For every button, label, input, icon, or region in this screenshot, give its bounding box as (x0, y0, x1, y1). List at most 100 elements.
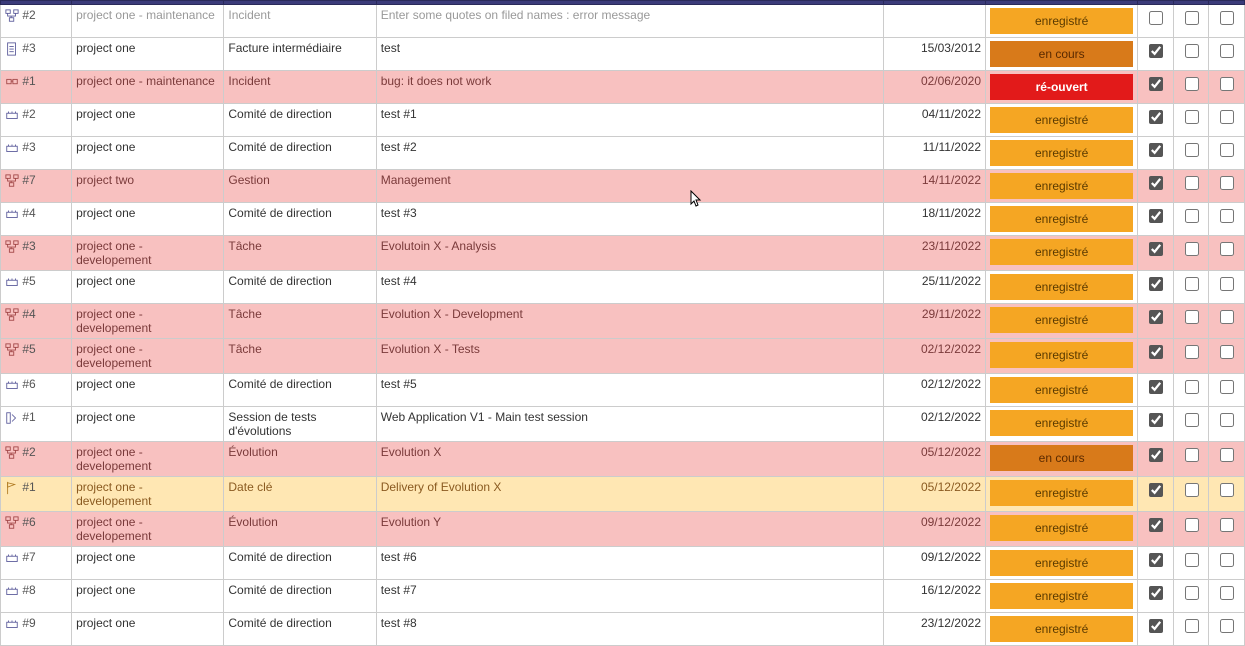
row-checkbox-3[interactable] (1220, 380, 1234, 394)
row-type-icon (5, 342, 19, 356)
table-row[interactable]: #1project one - maintenanceIncidentbug: … (1, 71, 1245, 104)
row-date: 05/12/2022 (884, 442, 986, 477)
table-row[interactable]: #7project oneComité de directiontest #60… (1, 547, 1245, 580)
row-checkbox-1[interactable] (1149, 176, 1163, 190)
row-checkbox-1[interactable] (1149, 77, 1163, 91)
row-checkbox-1[interactable] (1149, 143, 1163, 157)
row-type-icon (5, 515, 19, 529)
table-row[interactable]: #5project one - developementTâcheEvoluti… (1, 339, 1245, 374)
row-checkbox-1[interactable] (1149, 586, 1163, 600)
row-checkbox-2[interactable] (1185, 11, 1199, 25)
row-checkbox-3[interactable] (1220, 44, 1234, 58)
row-checkbox-3[interactable] (1220, 483, 1234, 497)
row-checkbox-2[interactable] (1185, 413, 1199, 427)
table-row[interactable]: #2project oneComité de directiontest #10… (1, 104, 1245, 137)
row-checkbox-1[interactable] (1149, 277, 1163, 291)
row-id: #1 (22, 480, 35, 494)
row-id: #7 (22, 173, 35, 187)
row-checkbox-1[interactable] (1149, 345, 1163, 359)
table-row[interactable]: #6project oneComité de directiontest #50… (1, 374, 1245, 407)
row-checkbox-3[interactable] (1220, 586, 1234, 600)
status-badge: enregistré (990, 616, 1133, 642)
row-checkbox-2[interactable] (1185, 209, 1199, 223)
row-name: Evolution X (376, 442, 884, 477)
row-checkbox-3[interactable] (1220, 413, 1234, 427)
row-checkbox-1[interactable] (1149, 619, 1163, 633)
row-checkbox-3[interactable] (1220, 277, 1234, 291)
row-type-icon (5, 410, 19, 424)
row-checkbox-2[interactable] (1185, 242, 1199, 256)
row-checkbox-3[interactable] (1220, 209, 1234, 223)
row-name: Evolution X - Development (376, 304, 884, 339)
row-type: Comité de direction (224, 137, 376, 170)
row-checkbox-3[interactable] (1220, 553, 1234, 567)
table-row[interactable]: #2project one - maintenanceIncidentEnter… (1, 5, 1245, 38)
status-badge: enregistré (990, 107, 1133, 133)
row-checkbox-2[interactable] (1185, 448, 1199, 462)
row-checkbox-3[interactable] (1220, 448, 1234, 462)
row-project: project one (72, 374, 224, 407)
row-checkbox-3[interactable] (1220, 518, 1234, 532)
row-project: project one (72, 203, 224, 236)
table-row[interactable]: #4project one - developementTâcheEvoluti… (1, 304, 1245, 339)
row-checkbox-1[interactable] (1149, 242, 1163, 256)
row-checkbox-1[interactable] (1149, 310, 1163, 324)
table-row[interactable]: #3project oneComité de directiontest #21… (1, 137, 1245, 170)
table-row[interactable]: #6project one - developementÉvolutionEvo… (1, 512, 1245, 547)
status-badge: enregistré (990, 515, 1133, 541)
row-checkbox-3[interactable] (1220, 11, 1234, 25)
row-checkbox-1[interactable] (1149, 553, 1163, 567)
table-row[interactable]: #7project twoGestionManagement14/11/2022… (1, 170, 1245, 203)
row-checkbox-3[interactable] (1220, 77, 1234, 91)
row-checkbox-1[interactable] (1149, 209, 1163, 223)
row-checkbox-2[interactable] (1185, 310, 1199, 324)
row-checkbox-3[interactable] (1220, 143, 1234, 157)
row-checkbox-1[interactable] (1149, 448, 1163, 462)
table-row[interactable]: #1project one - developementDate cléDeli… (1, 477, 1245, 512)
row-id: #6 (22, 515, 35, 529)
row-date: 15/03/2012 (884, 38, 986, 71)
row-checkbox-3[interactable] (1220, 110, 1234, 124)
row-date: 02/12/2022 (884, 407, 986, 442)
row-checkbox-2[interactable] (1185, 143, 1199, 157)
row-checkbox-2[interactable] (1185, 44, 1199, 58)
row-type-icon (5, 140, 19, 154)
row-checkbox-3[interactable] (1220, 176, 1234, 190)
row-checkbox-2[interactable] (1185, 277, 1199, 291)
row-type-icon (5, 239, 19, 253)
row-checkbox-3[interactable] (1220, 242, 1234, 256)
row-checkbox-1[interactable] (1149, 44, 1163, 58)
row-checkbox-1[interactable] (1149, 110, 1163, 124)
row-type: Comité de direction (224, 271, 376, 304)
row-checkbox-3[interactable] (1220, 310, 1234, 324)
row-checkbox-1[interactable] (1149, 413, 1163, 427)
row-date: 02/06/2020 (884, 71, 986, 104)
row-checkbox-2[interactable] (1185, 176, 1199, 190)
row-checkbox-3[interactable] (1220, 619, 1234, 633)
row-checkbox-3[interactable] (1220, 345, 1234, 359)
row-project: project one (72, 547, 224, 580)
table-row[interactable]: #4project oneComité de directiontest #31… (1, 203, 1245, 236)
row-checkbox-2[interactable] (1185, 518, 1199, 532)
row-checkbox-2[interactable] (1185, 77, 1199, 91)
row-project: project one - maintenance (72, 71, 224, 104)
row-checkbox-2[interactable] (1185, 345, 1199, 359)
table-row[interactable]: #9project oneComité de directiontest #82… (1, 613, 1245, 646)
table-row[interactable]: #1project oneSession de tests d'évolutio… (1, 407, 1245, 442)
row-checkbox-1[interactable] (1149, 380, 1163, 394)
row-date: 23/12/2022 (884, 613, 986, 646)
row-checkbox-2[interactable] (1185, 380, 1199, 394)
row-checkbox-2[interactable] (1185, 619, 1199, 633)
row-checkbox-1[interactable] (1149, 11, 1163, 25)
table-row[interactable]: #3project oneFacture intermédiairetest15… (1, 38, 1245, 71)
row-checkbox-1[interactable] (1149, 483, 1163, 497)
table-row[interactable]: #5project oneComité de directiontest #42… (1, 271, 1245, 304)
row-checkbox-2[interactable] (1185, 483, 1199, 497)
row-checkbox-2[interactable] (1185, 586, 1199, 600)
table-row[interactable]: #3project one - developementTâcheEvoluto… (1, 236, 1245, 271)
row-checkbox-2[interactable] (1185, 553, 1199, 567)
row-checkbox-2[interactable] (1185, 110, 1199, 124)
table-row[interactable]: #8project oneComité de directiontest #71… (1, 580, 1245, 613)
row-checkbox-1[interactable] (1149, 518, 1163, 532)
table-row[interactable]: #2project one - developementÉvolutionEvo… (1, 442, 1245, 477)
